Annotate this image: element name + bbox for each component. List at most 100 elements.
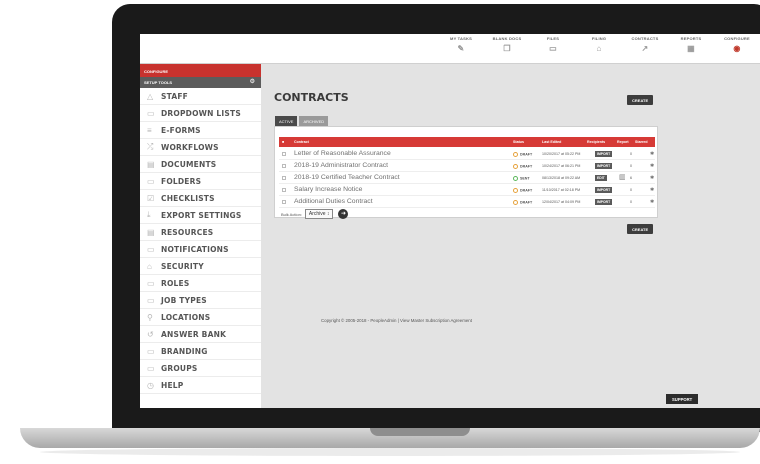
table-row[interactable]: 2018-19 Certified Teacher Contract SENT 08… bbox=[279, 172, 655, 184]
status-text: DRAFT bbox=[520, 152, 533, 157]
recipients-action-button[interactable]: IMPORT bbox=[595, 186, 613, 193]
topnav-filing[interactable]: FILING ⌂ bbox=[576, 36, 622, 53]
sidebar-item-label: BRANDING bbox=[161, 346, 208, 356]
blank-docs-icon: ❐ bbox=[503, 44, 511, 53]
row-checkbox[interactable] bbox=[282, 164, 286, 168]
recipients-action-button[interactable]: IMPORT bbox=[595, 162, 613, 169]
page-title: CONTRACTS bbox=[274, 91, 349, 104]
sidebar-subheader-label: SETUP TOOLS bbox=[144, 80, 173, 85]
row-checkbox[interactable] bbox=[282, 176, 286, 180]
contract-name[interactable]: Letter of Reasonable Assurance bbox=[294, 150, 391, 157]
reports-icon: ▦ bbox=[687, 44, 695, 53]
col-report[interactable]: Report bbox=[617, 140, 629, 144]
star-icon[interactable]: ✱ bbox=[650, 151, 654, 157]
contract-name[interactable]: Additional Duties Contract bbox=[294, 198, 373, 205]
star-icon[interactable]: ✱ bbox=[650, 163, 654, 169]
sidebar-item-documents[interactable]: ▤ DOCUMENTS bbox=[140, 156, 261, 173]
star-icon[interactable]: ✱ bbox=[650, 187, 654, 193]
table-row[interactable]: Salary Increase Notice DRAFT 11/10/2017 at… bbox=[279, 184, 655, 196]
col-recipients[interactable]: Recipients bbox=[587, 140, 605, 144]
topnav-files[interactable]: FILES ▭ bbox=[530, 36, 576, 53]
sidebar-item-workflows[interactable]: ⤮ WORKFLOWS bbox=[140, 139, 261, 156]
bulk-action-select[interactable]: Archive ↕ bbox=[304, 209, 334, 219]
topnav-label: FILING bbox=[591, 36, 607, 41]
sidebar-item-roles[interactable]: ▭ ROLES bbox=[140, 275, 261, 292]
topnav-my-tasks[interactable]: MY TASKS ✎ bbox=[438, 36, 484, 53]
topnav-label: FILES bbox=[546, 36, 560, 41]
contract-name[interactable]: Salary Increase Notice bbox=[294, 186, 362, 193]
col-contract[interactable]: Contract bbox=[294, 140, 309, 144]
star-icon[interactable]: ✱ bbox=[650, 199, 654, 205]
sidebar-item-icon: ⌂ bbox=[147, 261, 152, 271]
sidebar: CONFIGURE SETUP TOOLS ⚙ △ STAFF ▭ DROPDOWN … bbox=[140, 64, 261, 408]
sidebar-item-export-settings[interactable]: ⤓ EXPORT SETTINGS bbox=[140, 207, 261, 224]
recipients-action-button[interactable]: IMPORT bbox=[595, 150, 613, 157]
table-header: ■ Contract Status Last Edited Recipients… bbox=[279, 137, 655, 147]
sidebar-item-label: EXPORT SETTINGS bbox=[161, 210, 242, 220]
tab-archived[interactable]: ARCHIVED bbox=[299, 116, 329, 126]
sidebar-item-icon: ▭ bbox=[147, 176, 155, 186]
recipient-count: 0 bbox=[630, 152, 632, 156]
sidebar-item-answer-bank[interactable]: ↺ ANSWER BANK bbox=[140, 326, 261, 343]
topnav-configure[interactable]: CONFIGURE ◉ bbox=[714, 36, 760, 53]
col-last-edited[interactable]: Last Edited bbox=[542, 140, 561, 144]
recipients-action-button[interactable]: EDIT bbox=[595, 174, 607, 181]
sidebar-item-security[interactable]: ⌂ SECURITY bbox=[140, 258, 261, 275]
table-row[interactable]: 2018-19 Administrator Contract DRAFT 10/24… bbox=[279, 160, 655, 172]
last-edited: 12/04/2017 at 04:09 PM bbox=[542, 200, 581, 204]
topnav-reports[interactable]: REPORTS ▦ bbox=[668, 36, 714, 53]
sidebar-item-notifications[interactable]: ▭ NOTIFICATIONS bbox=[140, 241, 261, 258]
table-row[interactable]: Letter of Reasonable Assurance DRAFT 10/20… bbox=[279, 148, 655, 160]
sidebar-item-branding[interactable]: ▭ BRANDING bbox=[140, 343, 261, 360]
col-status[interactable]: Status bbox=[513, 140, 524, 144]
sidebar-item-checklists[interactable]: ☑ CHECKLISTS bbox=[140, 190, 261, 207]
sidebar-item-resources[interactable]: ▤ RESOURCES bbox=[140, 224, 261, 241]
sidebar-header: CONFIGURE bbox=[140, 64, 261, 77]
recipients-action-button[interactable]: IMPORT bbox=[595, 198, 613, 205]
sidebar-item-icon: ⚲ bbox=[147, 312, 153, 322]
sidebar-item-locations[interactable]: ⚲ LOCATIONS bbox=[140, 309, 261, 326]
topnav-blank-docs[interactable]: BLANK DOCS ❐ bbox=[484, 36, 530, 53]
topnav-label: CONFIGURE bbox=[724, 36, 750, 41]
contracts-icon: ↗ bbox=[641, 44, 649, 53]
configure-icon: ◉ bbox=[733, 44, 741, 53]
row-checkbox[interactable] bbox=[282, 152, 286, 156]
tab-active[interactable]: ACTIVE bbox=[275, 116, 298, 126]
go-arrow-icon[interactable]: ➜ bbox=[338, 209, 349, 219]
status-badge: SENT bbox=[513, 176, 530, 181]
sidebar-item-label: GROUPS bbox=[161, 363, 198, 373]
col-starred[interactable]: Starred bbox=[635, 140, 648, 144]
last-edited: 08/13/2018 at 09:22 AM bbox=[542, 176, 581, 180]
star-icon[interactable]: ✱ bbox=[650, 175, 654, 181]
sidebar-item-job-types[interactable]: ▭ JOB TYPES bbox=[140, 292, 261, 309]
create-button-bottom[interactable]: CREATE bbox=[627, 224, 654, 234]
report-chart-icon[interactable]: ▥ bbox=[619, 173, 626, 181]
sidebar-item-groups[interactable]: ▭ GROUPS bbox=[140, 360, 261, 377]
sidebar-item-folders[interactable]: ▭ FOLDERS bbox=[140, 173, 261, 190]
sidebar-item-staff[interactable]: △ STAFF bbox=[140, 88, 261, 105]
sidebar-item-dropdown-lists[interactable]: ▭ DROPDOWN LISTS bbox=[140, 105, 261, 122]
table-row[interactable]: Additional Duties Contract DRAFT 12/04/201… bbox=[279, 196, 655, 208]
support-button[interactable]: SUPPORT bbox=[666, 394, 699, 404]
recipient-count: 0 bbox=[630, 200, 632, 204]
sidebar-item-e-forms[interactable]: ≡ E-FORMS bbox=[140, 122, 261, 139]
header-checkbox[interactable]: ■ bbox=[282, 140, 284, 144]
sidebar-item-help[interactable]: ◷ HELP bbox=[140, 377, 261, 394]
status-text: DRAFT bbox=[520, 200, 533, 205]
status-text: SENT bbox=[520, 176, 530, 181]
contract-name[interactable]: 2018-19 Certified Teacher Contract bbox=[294, 174, 400, 181]
status-dot-icon bbox=[513, 164, 518, 169]
recipient-count: 0 bbox=[630, 188, 632, 192]
sidebar-item-label: STAFF bbox=[161, 91, 188, 101]
top-nav: MY TASKS ✎ BLANK DOCS ❐ FILES ▭ FILING ⌂ CONTRAC… bbox=[438, 36, 760, 53]
bulk-action-label: Bulk Action: bbox=[281, 211, 302, 217]
row-checkbox[interactable] bbox=[282, 200, 286, 204]
sidebar-item-label: FOLDERS bbox=[161, 176, 202, 186]
create-button[interactable]: CREATE bbox=[627, 95, 654, 105]
sidebar-item-label: DROPDOWN LISTS bbox=[161, 108, 241, 118]
topnav-contracts[interactable]: CONTRACTS ↗ bbox=[622, 36, 668, 53]
files-icon: ▭ bbox=[549, 44, 557, 53]
gear-icon[interactable]: ⚙ bbox=[250, 78, 255, 88]
contract-name[interactable]: 2018-19 Administrator Contract bbox=[294, 162, 388, 169]
row-checkbox[interactable] bbox=[282, 188, 286, 192]
